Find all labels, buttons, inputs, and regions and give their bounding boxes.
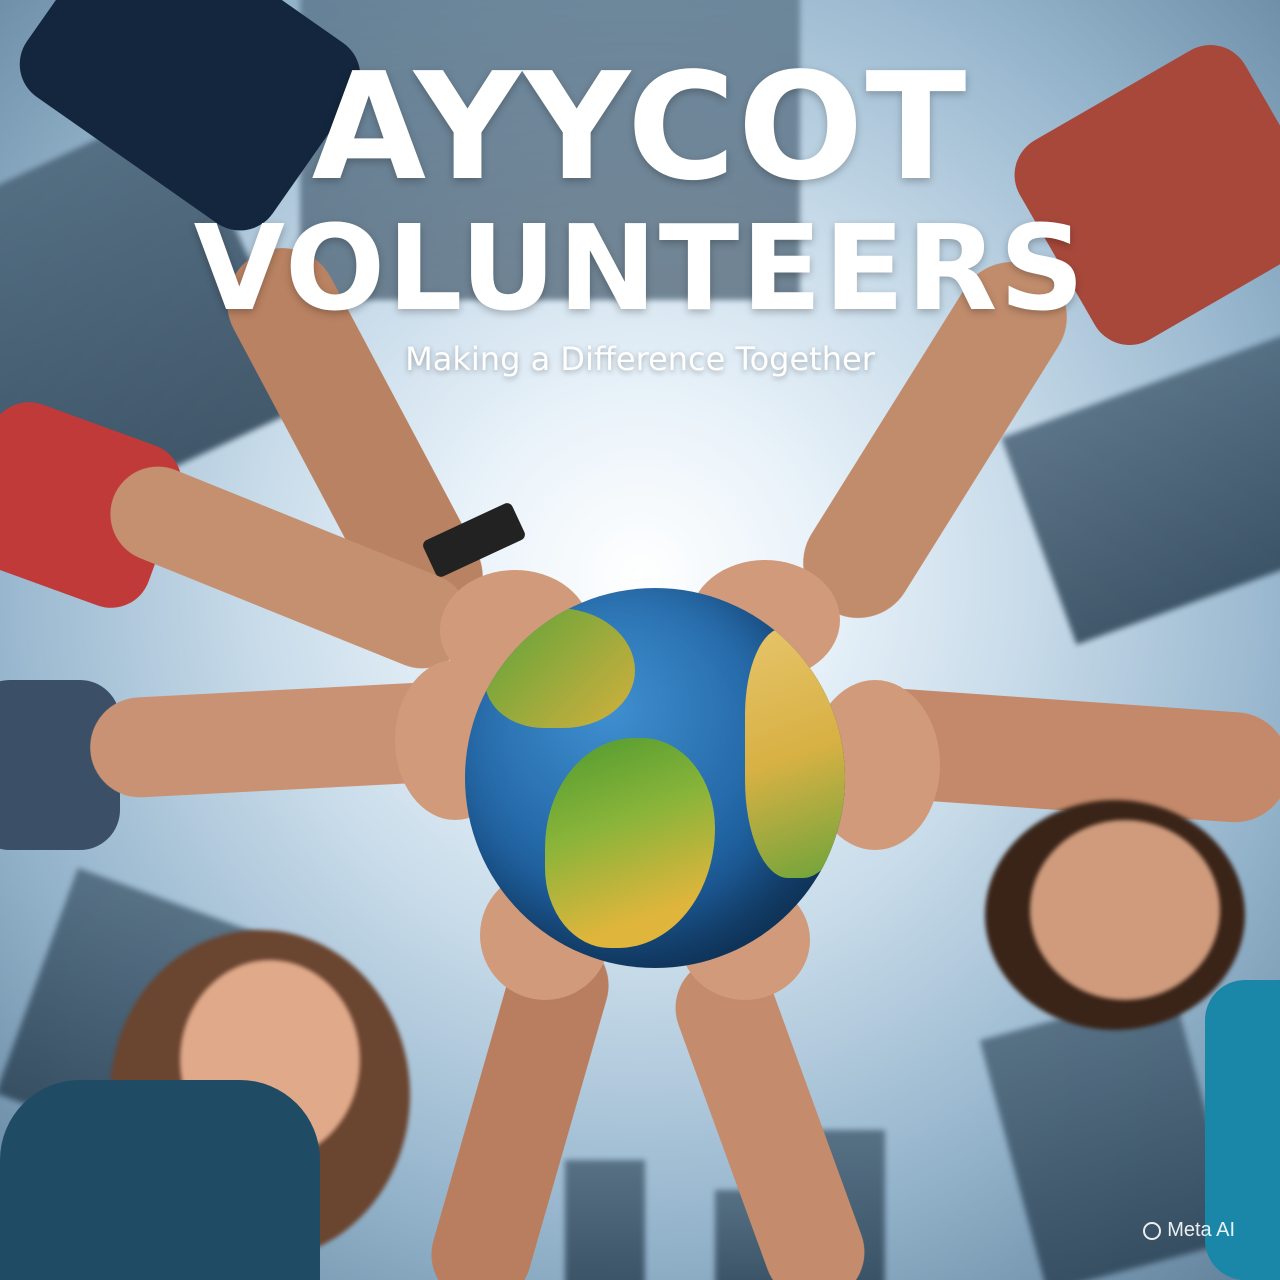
watermark: Meta AI	[1143, 1219, 1235, 1242]
north-america	[485, 608, 635, 728]
building-bottom-1	[565, 1160, 645, 1280]
title-line-1: AYYCOT	[311, 41, 969, 213]
title-line-2: VOLUNTEERS	[193, 199, 1087, 337]
subtitle: Making a Difference Together	[405, 340, 875, 378]
man-face	[1030, 820, 1220, 1000]
earth-globe	[465, 588, 845, 968]
south-america	[545, 738, 715, 948]
africa	[745, 628, 845, 878]
watermark-label: Meta AI	[1167, 1219, 1235, 1241]
meta-ai-logo-icon	[1143, 1221, 1162, 1240]
woman-shirt	[0, 1080, 320, 1280]
building-right	[1001, 335, 1280, 645]
